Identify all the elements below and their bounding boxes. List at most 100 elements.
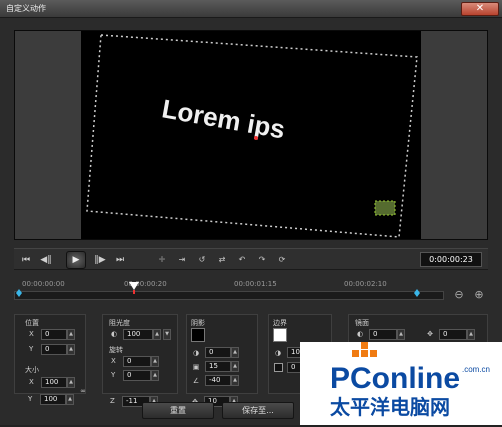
shadow-angle-icon: ∠ <box>192 377 200 385</box>
position-x-field[interactable]: 0 <box>41 329 67 340</box>
border-label: 边界 <box>273 319 287 327</box>
close-button[interactable]: ✕ <box>461 2 499 16</box>
opacity-field[interactable]: 100 <box>123 329 153 340</box>
watermark: PConline .com.cn 太平洋电脑网 <box>300 342 502 425</box>
watermark-domain: .com.cn <box>462 365 490 374</box>
add-keyframe-icon[interactable]: ✚ <box>154 253 170 267</box>
skip-start-icon[interactable]: ⏮ <box>18 253 34 267</box>
axis-x-label: X <box>29 330 34 338</box>
shadow-handle[interactable] <box>374 200 396 216</box>
next-frame-icon[interactable]: ‖▶ <box>92 253 108 267</box>
close-icon: ✕ <box>475 3 485 14</box>
tick-label: 00:00:00:00 <box>22 280 65 288</box>
mirror-extra-spinner[interactable]: ▲ <box>467 329 475 340</box>
border-color-swatch[interactable] <box>273 328 287 342</box>
position-size-panel: 位置 X 0 ▲ Y 0 ▲ 大小 X 100 ▲ <box>14 314 86 394</box>
mirror-extra-field[interactable]: 0 <box>439 329 467 340</box>
watermark-cn: 太平洋电脑网 <box>330 395 450 419</box>
mirror-opacity-icon: ◐ <box>356 330 364 338</box>
preview-left-margin <box>15 31 81 239</box>
rot-z-label: Z <box>110 397 115 405</box>
opacity-spinner[interactable]: ▲ <box>153 329 161 340</box>
shadow-spinner[interactable]: ▲ <box>231 361 239 372</box>
end-keyframe[interactable] <box>414 289 420 301</box>
position-x-spinner[interactable]: ▲ <box>67 329 75 340</box>
rotation-y-field[interactable]: 0 <box>123 370 151 381</box>
shadow-field[interactable]: 15 <box>205 361 231 372</box>
opacity-dropdown[interactable]: ▼ <box>163 329 171 340</box>
mirror-label: 镜面 <box>355 319 369 327</box>
preview-canvas[interactable]: Lorem ips <box>81 31 423 239</box>
tick-label: 00:00:02:10 <box>344 280 387 288</box>
timeline-ruler: 00:00:00:00 00:00:00:20 00:00:01:15 00:0… <box>14 276 444 290</box>
rot-y-label: Y <box>111 371 116 379</box>
preview-graphic: Lorem ips <box>86 34 418 238</box>
preview-window: Lorem ips <box>14 30 488 240</box>
reset-button[interactable]: 重置 <box>142 402 214 419</box>
swap-keyframe-icon[interactable]: ⇄ <box>214 253 230 267</box>
size-x-field[interactable]: 100 <box>41 377 67 388</box>
keyframe-tools: ✚ ⇥ ↺ ⇄ ↶ ↷ ⟳ <box>152 251 302 269</box>
opacity-icon: ◐ <box>110 330 118 338</box>
axis-y-label: Y <box>29 345 34 353</box>
move-right-icon[interactable]: ↷ <box>254 253 270 267</box>
opacity-label: 阻光度 <box>109 319 130 327</box>
shadow-color-swatch[interactable] <box>191 328 205 342</box>
tick-label: 00:00:01:15 <box>234 280 277 288</box>
shadow-label: 阴影 <box>191 319 205 327</box>
loop-icon[interactable]: ⟳ <box>274 253 290 267</box>
zoom-out-icon[interactable]: ⊖ <box>452 288 466 302</box>
shadow-blur-icon: ▣ <box>192 363 200 371</box>
size-y-label: Y <box>28 395 33 403</box>
shadow-field[interactable]: 0 <box>205 347 231 358</box>
link-icon[interactable]: ∞ <box>78 386 88 396</box>
position-y-field[interactable]: 0 <box>41 344 67 355</box>
border-field[interactable]: 100 <box>287 347 304 358</box>
position-y-spinner[interactable]: ▲ <box>67 344 75 355</box>
watermark-brand: PConline <box>330 362 460 395</box>
rotation-x-field[interactable]: 0 <box>123 356 151 367</box>
save-as-button[interactable]: 保存至... <box>222 402 294 419</box>
move-left-icon[interactable]: ↶ <box>234 253 250 267</box>
rotation-y-spinner[interactable]: ▲ <box>151 370 159 381</box>
size-x-spinner[interactable]: ▲ <box>67 377 75 388</box>
border-field[interactable]: 0 <box>287 362 301 373</box>
shadow-panel: 阴影 ◑ 0 ▲ ▣ 15 ▲ ∠ -40 ▲ <box>186 314 258 394</box>
rot-x-label: X <box>111 357 116 365</box>
shadow-spinner[interactable]: ▲ <box>231 375 239 386</box>
size-x-label: X <box>29 378 34 386</box>
position-label: 位置 <box>25 319 39 327</box>
play-button[interactable]: ▶ <box>66 251 86 269</box>
border-checkbox[interactable] <box>274 363 283 372</box>
shadow-opacity-icon: ◑ <box>192 349 200 357</box>
preview-right-margin <box>421 31 487 239</box>
timeline-track[interactable] <box>14 291 444 300</box>
shadow-field[interactable]: -40 <box>205 375 231 386</box>
rotation-x-spinner[interactable]: ▲ <box>151 356 159 367</box>
zoom-in-icon[interactable]: ⊕ <box>472 288 486 302</box>
transport-bar: ⏮ ◀‖ ▶ ‖▶ ⏭ ✚ ⇥ ↺ ⇄ ↶ ↷ ⟳ 0:00:00:23 <box>14 248 488 270</box>
mirror-spinner[interactable]: ▲ <box>397 329 405 340</box>
remove-keyframe-icon[interactable]: ⇥ <box>174 253 190 267</box>
skip-end-icon[interactable]: ⏭ <box>112 253 128 267</box>
timecode-display[interactable]: 0:00:00:23 <box>420 252 482 267</box>
playhead[interactable] <box>128 282 140 294</box>
start-keyframe[interactable] <box>16 289 22 301</box>
window-title: 自定义动作 <box>6 4 46 13</box>
opacity-rotation-panel: 阻光度 ◐ 100 ▲ ▼ 旋转 X 0 ▲ Y 0 ▲ <box>102 314 178 394</box>
rotation-label: 旋转 <box>109 346 123 354</box>
move-icon: ✥ <box>427 330 433 338</box>
prev-frame-icon[interactable]: ◀‖ <box>38 253 54 267</box>
size-y-spinner[interactable]: ▲ <box>66 394 74 405</box>
timeline: 00:00:00:00 00:00:00:20 00:00:01:15 00:0… <box>14 276 488 310</box>
shadow-spinner[interactable]: ▲ <box>231 347 239 358</box>
preview-text: Lorem ips <box>160 93 288 144</box>
size-y-field[interactable]: 100 <box>40 394 66 405</box>
play-icon: ▶ <box>72 255 80 265</box>
title-bar: 自定义动作 ✕ <box>0 0 502 18</box>
border-opacity-icon: ◑ <box>274 349 282 357</box>
mirror-field[interactable]: 0 <box>369 329 397 340</box>
reverse-keyframe-icon[interactable]: ↺ <box>194 253 210 267</box>
size-label: 大小 <box>25 366 39 374</box>
pivot-point[interactable] <box>254 136 258 140</box>
